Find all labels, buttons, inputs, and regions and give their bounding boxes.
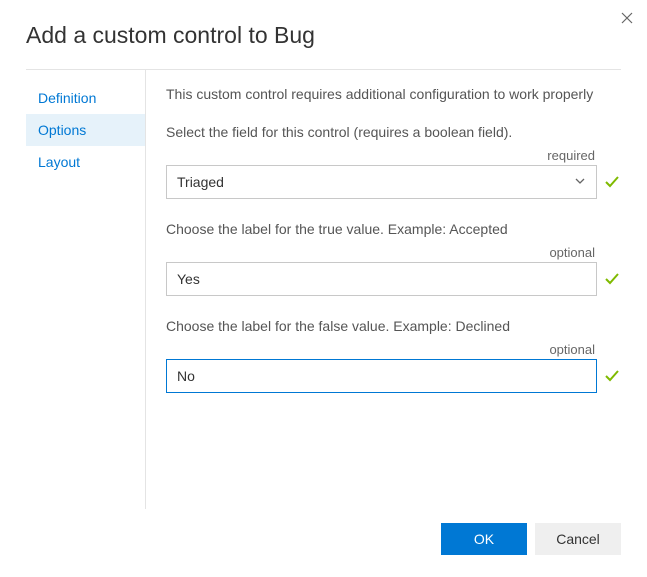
field-label: Choose the label for the false value. Ex… bbox=[166, 318, 621, 334]
title-area: Add a custom control to Bug bbox=[0, 0, 647, 69]
input-row: No bbox=[166, 359, 621, 393]
sidebar-item-options[interactable]: Options bbox=[26, 114, 145, 146]
cancel-button[interactable]: Cancel bbox=[535, 523, 621, 555]
sidebar-item-definition[interactable]: Definition bbox=[26, 82, 145, 114]
field-label: Select the field for this control (requi… bbox=[166, 124, 621, 140]
main-panel: This custom control requires additional … bbox=[146, 70, 621, 509]
field-hint: optional bbox=[166, 342, 621, 357]
input-value: No bbox=[177, 368, 195, 384]
select-value: Triaged bbox=[177, 174, 224, 190]
chevron-down-icon bbox=[574, 174, 586, 190]
close-button[interactable] bbox=[617, 8, 637, 28]
field-label: Choose the label for the true value. Exa… bbox=[166, 221, 621, 237]
check-icon bbox=[603, 270, 621, 288]
input-row: Yes bbox=[166, 262, 621, 296]
field-block-select-field: Select the field for this control (requi… bbox=[166, 124, 621, 199]
field-select[interactable]: Triaged bbox=[166, 165, 597, 199]
input-row: Triaged bbox=[166, 165, 621, 199]
false-label-input[interactable]: No bbox=[166, 359, 597, 393]
input-value: Yes bbox=[177, 271, 200, 287]
field-block-true-label: Choose the label for the true value. Exa… bbox=[166, 221, 621, 296]
field-hint: required bbox=[166, 148, 621, 163]
intro-text: This custom control requires additional … bbox=[166, 86, 621, 102]
sidebar-item-layout[interactable]: Layout bbox=[26, 146, 145, 178]
dialog-footer: OK Cancel bbox=[0, 509, 647, 577]
true-label-input[interactable]: Yes bbox=[166, 262, 597, 296]
dialog: Add a custom control to Bug Definition O… bbox=[0, 0, 647, 577]
sidebar-item-label: Layout bbox=[38, 154, 80, 170]
close-icon bbox=[621, 12, 633, 24]
sidebar-item-label: Definition bbox=[38, 90, 96, 106]
field-hint: optional bbox=[166, 245, 621, 260]
check-icon bbox=[603, 173, 621, 191]
sidebar: Definition Options Layout bbox=[26, 70, 146, 509]
ok-button[interactable]: OK bbox=[441, 523, 527, 555]
dialog-title: Add a custom control to Bug bbox=[26, 22, 621, 49]
check-icon bbox=[603, 367, 621, 385]
sidebar-item-label: Options bbox=[38, 122, 86, 138]
dialog-body: Definition Options Layout This custom co… bbox=[0, 70, 647, 509]
field-block-false-label: Choose the label for the false value. Ex… bbox=[166, 318, 621, 393]
